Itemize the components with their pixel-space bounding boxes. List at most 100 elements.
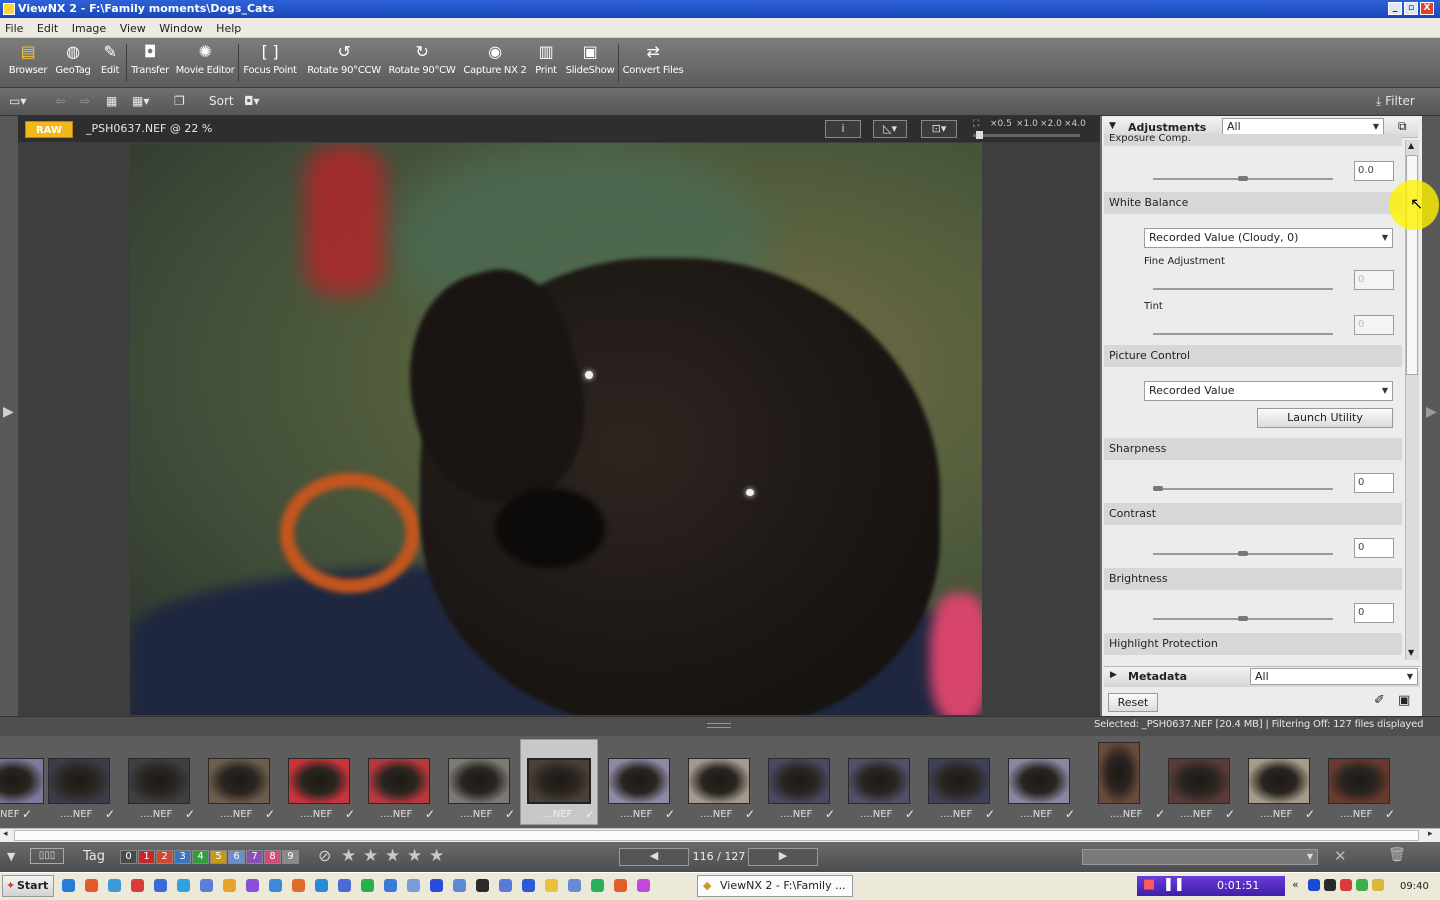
filmstrip-thumbnail[interactable] [0, 758, 44, 804]
camera-dropdown-icon[interactable]: ◘▾ [244, 94, 260, 108]
pause-icon[interactable]: ❚❚ [1163, 877, 1185, 892]
close-button[interactable]: X [1420, 2, 1434, 15]
zoom-2-0[interactable]: ×2.0 [1040, 119, 1062, 129]
filmstrip-thumbnail[interactable] [1248, 758, 1310, 804]
label-box-3[interactable]: 3 [174, 850, 191, 864]
menu-help[interactable]: Help [211, 18, 246, 37]
rating-star-icon[interactable]: ★ [429, 846, 444, 866]
exposure-slider-knob[interactable] [1238, 176, 1248, 181]
contrast-value[interactable]: 0 [1354, 538, 1394, 558]
fine-adjustment-slider[interactable] [1153, 288, 1333, 290]
layout-icon[interactable]: ▭▾ [9, 94, 26, 108]
folder-open-icon[interactable]: ▦▾ [132, 94, 149, 108]
scroll-right-icon[interactable]: ▸ [1428, 829, 1433, 839]
filmstrip-thumbnail[interactable] [208, 758, 270, 804]
filmstrip-thumbnail[interactable] [368, 758, 430, 804]
forward-arrow-icon[interactable]: ⇨ [80, 94, 90, 108]
maximize-button[interactable]: ▫ [1404, 2, 1418, 15]
quick-launch-icon[interactable] [430, 879, 443, 892]
tray-icon[interactable] [1340, 879, 1352, 891]
filmstrip-thumbnail[interactable] [527, 758, 591, 804]
quick-launch-icon[interactable] [522, 879, 535, 892]
edit-button[interactable]: ✎ Edit [96, 42, 124, 86]
zoom-slider-knob[interactable] [976, 131, 983, 139]
tray-chevron-icon[interactable]: « [1292, 878, 1299, 891]
filmstrip-scrollbar[interactable]: ◂ ▸ [0, 828, 1440, 842]
start-button[interactable]: ✦ Start [2, 875, 54, 897]
quick-launch-icon[interactable] [269, 879, 282, 892]
next-image-button[interactable]: ▶ [748, 848, 818, 866]
tray-icon[interactable] [1324, 879, 1336, 891]
quick-launch-icon[interactable] [384, 879, 397, 892]
save-icon[interactable]: ▣ [1398, 693, 1410, 708]
quick-launch-icon[interactable] [85, 879, 98, 892]
quick-launch-icon[interactable] [200, 879, 213, 892]
movie-editor-button[interactable]: ✺ Movie Editor [173, 42, 237, 86]
filmstrip-thumbnail[interactable] [448, 758, 510, 804]
collapse-filmstrip-icon[interactable]: ▼ [7, 850, 15, 863]
white-balance-select[interactable]: Recorded Value (Cloudy, 0) ▼ [1144, 228, 1393, 248]
label-box-0[interactable]: 0 [120, 850, 137, 864]
tray-icon[interactable] [1372, 879, 1384, 891]
quick-launch-icon[interactable] [545, 879, 558, 892]
filmstrip-thumbnail[interactable] [848, 758, 910, 804]
pen-icon[interactable]: ✐ [1374, 693, 1385, 708]
zoom-0-5[interactable]: ×0.5 [990, 119, 1012, 129]
menu-image[interactable]: Image [67, 18, 111, 37]
transfer-button[interactable]: ◘ Transfer [128, 42, 172, 86]
menu-view[interactable]: View [115, 18, 151, 37]
bottom-select[interactable]: ▼ [1082, 849, 1318, 865]
quick-launch-icon[interactable] [315, 879, 328, 892]
quick-launch-icon[interactable] [338, 879, 351, 892]
record-icon[interactable]: ■ [1143, 877, 1155, 892]
copy-icon[interactable]: ❐ [174, 94, 185, 108]
expand-left-arrow-icon[interactable]: ▶ [3, 404, 14, 420]
rating-star-icon[interactable]: ★ [385, 846, 400, 866]
highlight-protection-section[interactable]: Highlight Protection [1104, 633, 1402, 655]
rotate-ccw-button[interactable]: ↺ Rotate 90°CCW [304, 42, 384, 86]
zoom-slider[interactable] [973, 134, 1080, 137]
filmstrip-thumbnail[interactable] [928, 758, 990, 804]
menu-file[interactable]: File [0, 18, 28, 37]
expand-triangle-icon[interactable]: ▶ [1110, 670, 1117, 680]
label-box-6[interactable]: 6 [228, 850, 245, 864]
expand-right-arrow-icon[interactable]: ▶ [1426, 404, 1437, 420]
filmstrip-thumbnail[interactable] [1168, 758, 1230, 804]
label-box-2[interactable]: 2 [156, 850, 173, 864]
filmstrip-thumbnail[interactable] [1098, 742, 1140, 804]
filmstrip-thumbnail[interactable] [768, 758, 830, 804]
quick-launch-icon[interactable] [177, 879, 190, 892]
fit-button[interactable]: ⊡▾ [921, 120, 957, 138]
tint-slider[interactable] [1153, 333, 1333, 335]
quick-launch-icon[interactable] [108, 879, 121, 892]
back-arrow-icon[interactable]: ⇦ [55, 94, 65, 108]
quick-launch-icon[interactable] [499, 879, 512, 892]
minimize-button[interactable]: _ [1388, 2, 1402, 15]
quick-launch-icon[interactable] [361, 879, 374, 892]
zoom-fit-icon[interactable]: ⛶ [973, 119, 979, 129]
filmstrip-thumbnail[interactable] [288, 758, 350, 804]
reset-button[interactable]: Reset [1108, 693, 1158, 712]
quick-launch-icon[interactable] [292, 879, 305, 892]
quick-launch-icon[interactable] [223, 879, 236, 892]
folder-icon[interactable]: ▦ [106, 94, 117, 108]
sharpness-value[interactable]: 0 [1354, 473, 1394, 493]
rating-star-icon[interactable]: ★ [341, 846, 356, 866]
sharpness-section[interactable]: Sharpness [1104, 438, 1402, 460]
print-button[interactable]: ▥ Print [532, 42, 560, 86]
contrast-section[interactable]: Contrast [1104, 503, 1402, 525]
exposure-value[interactable]: 0.0 [1354, 161, 1394, 181]
filmstrip-thumbnail[interactable] [688, 758, 750, 804]
quick-launch-icon[interactable] [131, 879, 144, 892]
sharpness-slider-knob[interactable] [1153, 486, 1163, 491]
launch-utility-button[interactable]: Launch Utility [1257, 408, 1393, 428]
menu-window[interactable]: Window [154, 18, 207, 37]
taskbar-viewnx-item[interactable]: ◆ ViewNX 2 - F:\Family ... [697, 875, 853, 897]
tint-value[interactable]: 0 [1354, 315, 1394, 335]
slideshow-button[interactable]: ▣ SlideShow [563, 42, 617, 86]
rating-star-icon[interactable]: ★ [407, 846, 422, 866]
histogram-button[interactable]: ◺▾ [873, 120, 907, 138]
tray-icon[interactable] [1308, 879, 1320, 891]
quick-launch-icon[interactable] [407, 879, 420, 892]
convert-files-button[interactable]: ⇄ Convert Files [621, 42, 685, 86]
